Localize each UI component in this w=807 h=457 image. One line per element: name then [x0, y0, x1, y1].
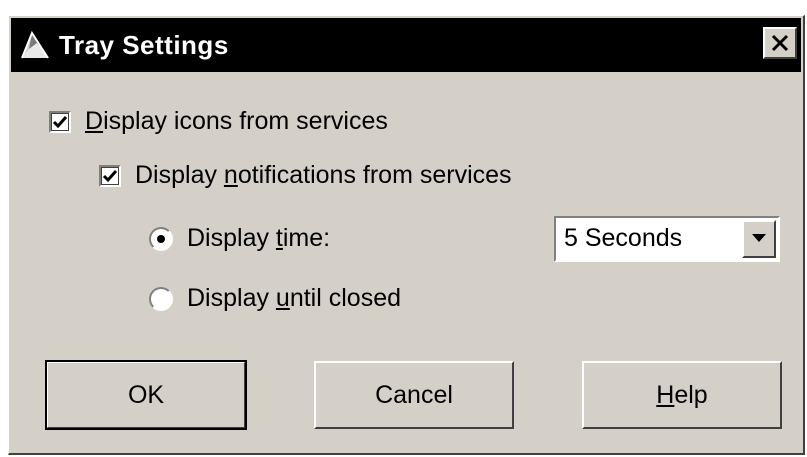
close-button[interactable] [763, 27, 797, 59]
cancel-button[interactable]: Cancel [314, 361, 514, 429]
display-icons-option[interactable]: Display icons from services [49, 107, 388, 136]
help-button[interactable]: Help [582, 361, 782, 429]
display-icons-checkbox[interactable] [49, 110, 71, 133]
checkmark-icon [102, 169, 118, 182]
help-button-label: Help [656, 380, 708, 409]
dropdown-button[interactable] [742, 220, 776, 258]
ok-button-label: OK [127, 380, 165, 409]
display-time-select[interactable]: 5 Seconds [554, 216, 780, 262]
display-time-option[interactable]: Display time: [149, 224, 330, 253]
display-until-closed-radio[interactable] [149, 286, 173, 311]
display-time-radio[interactable] [149, 226, 173, 251]
radio-selected-dot [157, 234, 165, 243]
close-icon [771, 34, 789, 52]
ok-button[interactable]: OK [45, 360, 247, 430]
display-until-closed-label: Display until closed [187, 284, 401, 312]
display-time-label: Display time: [187, 224, 331, 252]
display-icons-label: Display icons from services [85, 107, 388, 135]
checkmark-icon [52, 115, 68, 128]
cancel-button-label: Cancel [375, 380, 453, 409]
title-bar[interactable]: Tray Settings [11, 18, 801, 72]
display-notifications-label: Display notifications from services [135, 161, 512, 189]
window-title: Tray Settings [59, 29, 229, 60]
display-notifications-checkbox[interactable] [99, 164, 121, 187]
tray-settings-app-icon [17, 27, 53, 63]
chevron-down-icon [752, 234, 766, 242]
tray-settings-dialog: Tray Settings Display icons from service… [8, 15, 805, 455]
display-notifications-option[interactable]: Display notifications from services [99, 161, 512, 190]
display-until-closed-option[interactable]: Display until closed [149, 284, 401, 313]
display-time-select-value: 5 Seconds [564, 224, 683, 252]
